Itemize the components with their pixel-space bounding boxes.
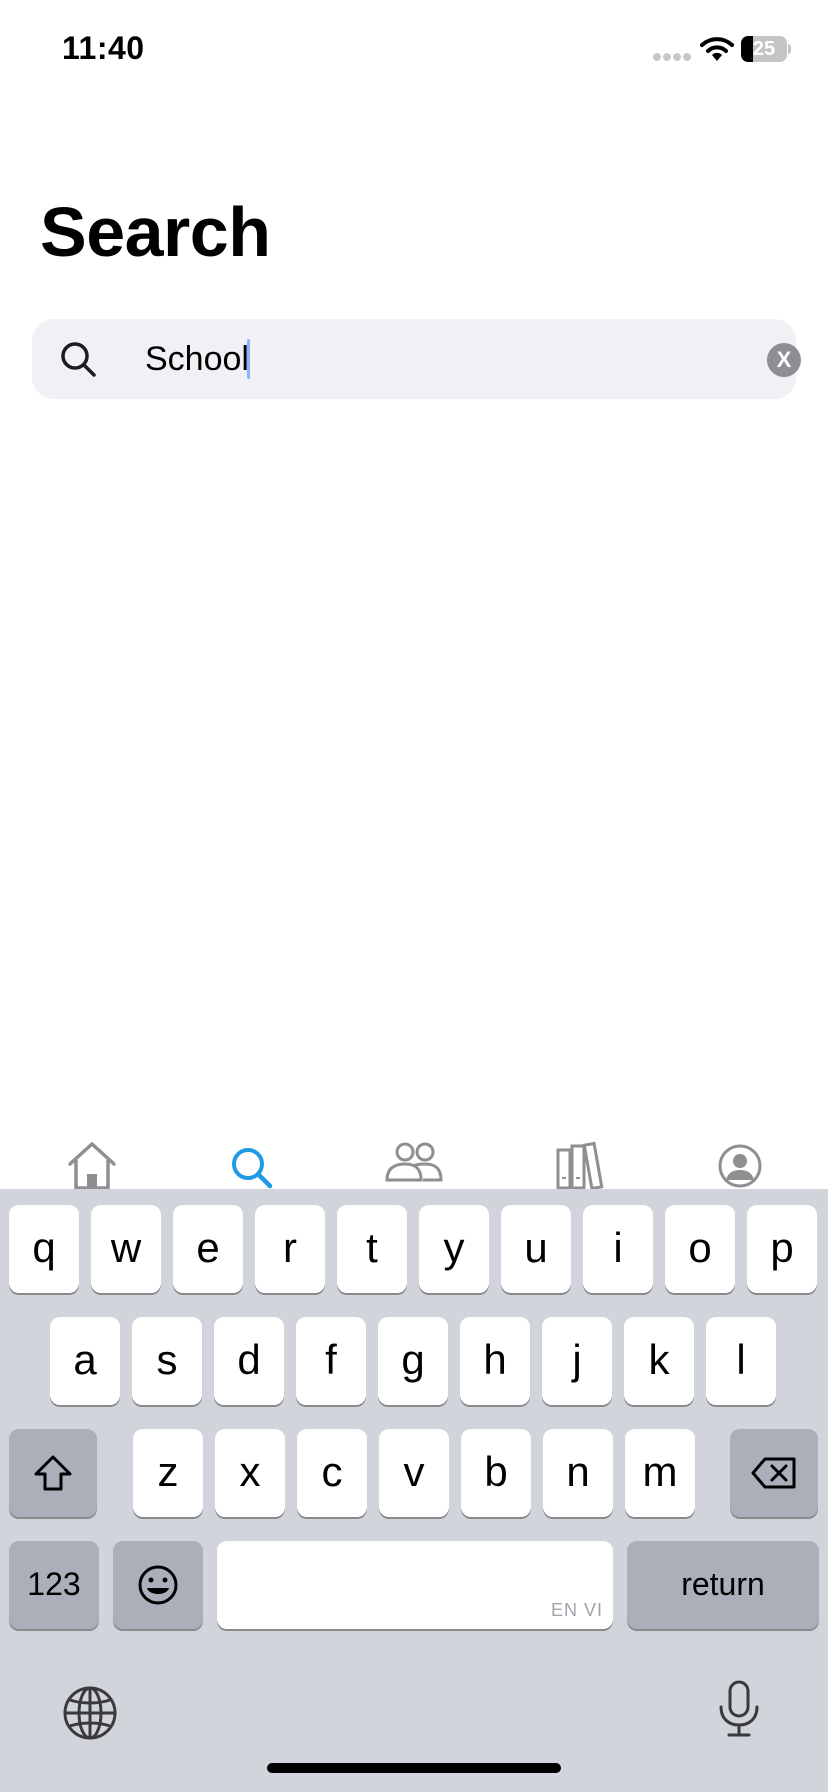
tab-profile[interactable]: [710, 1140, 770, 1190]
battery-level: 25: [752, 38, 776, 60]
key-m[interactable]: m: [625, 1429, 695, 1517]
delete-icon: [751, 1457, 796, 1489]
key-z[interactable]: z: [133, 1429, 203, 1517]
home-indicator: [267, 1763, 561, 1773]
key-h[interactable]: h: [460, 1317, 530, 1405]
page-title: Search: [40, 193, 271, 271]
key-a[interactable]: a: [50, 1317, 120, 1405]
tab-library[interactable]: [552, 1140, 612, 1191]
tab-search[interactable]: [222, 1140, 282, 1190]
battery-icon: 25: [741, 36, 791, 62]
key-u[interactable]: u: [501, 1205, 571, 1293]
shift-key[interactable]: [9, 1429, 97, 1517]
search-bar[interactable]: X: [32, 319, 801, 399]
key-r[interactable]: r: [255, 1205, 325, 1293]
search-input[interactable]: [112, 319, 712, 399]
home-icon: [68, 1142, 116, 1190]
signal-icon: [653, 53, 691, 61]
library-icon: [556, 1141, 604, 1191]
shift-icon: [34, 1455, 72, 1491]
numbers-key[interactable]: 123: [9, 1541, 99, 1629]
key-l[interactable]: l: [706, 1317, 776, 1405]
emoji-icon: [138, 1565, 178, 1605]
tab-home[interactable]: [62, 1140, 122, 1190]
key-i[interactable]: i: [583, 1205, 653, 1293]
key-w[interactable]: w: [91, 1205, 161, 1293]
key-t[interactable]: t: [337, 1205, 407, 1293]
key-f[interactable]: f: [296, 1317, 366, 1405]
key-v[interactable]: v: [379, 1429, 449, 1517]
wifi-icon: [700, 37, 734, 61]
key-e[interactable]: e: [173, 1205, 243, 1293]
microphone-icon[interactable]: [716, 1679, 762, 1739]
search-screen: 11:40 25 Search X: [0, 0, 828, 1792]
tab-bar: [0, 1130, 828, 1191]
globe-icon[interactable]: [62, 1685, 118, 1741]
tab-people[interactable]: [383, 1140, 443, 1190]
status-bar: 11:40 25: [0, 0, 828, 100]
return-key[interactable]: return: [627, 1541, 819, 1629]
key-p[interactable]: p: [747, 1205, 817, 1293]
text-caret: [247, 339, 250, 379]
key-x[interactable]: x: [215, 1429, 285, 1517]
key-q[interactable]: q: [9, 1205, 79, 1293]
key-n[interactable]: n: [543, 1429, 613, 1517]
delete-key[interactable]: [730, 1429, 818, 1517]
search-icon: [61, 342, 96, 377]
key-y[interactable]: y: [419, 1205, 489, 1293]
search-icon: [232, 1148, 273, 1189]
emoji-key[interactable]: [113, 1541, 203, 1629]
space-key[interactable]: EN VI: [217, 1541, 613, 1629]
key-k[interactable]: k: [624, 1317, 694, 1405]
key-g[interactable]: g: [378, 1317, 448, 1405]
people-icon: [385, 1142, 443, 1182]
key-d[interactable]: d: [214, 1317, 284, 1405]
profile-icon: [718, 1144, 762, 1188]
key-j[interactable]: j: [542, 1317, 612, 1405]
keyboard-language: EN VI: [550, 1600, 603, 1620]
key-b[interactable]: b: [461, 1429, 531, 1517]
key-c[interactable]: c: [297, 1429, 367, 1517]
key-o[interactable]: o: [665, 1205, 735, 1293]
status-time: 11:40: [62, 30, 145, 66]
clear-search-button[interactable]: X: [767, 343, 801, 377]
keyboard: qwertyuiop asdfghjkl zxcvbnm 123 EN VI r…: [0, 1189, 828, 1792]
key-s[interactable]: s: [132, 1317, 202, 1405]
